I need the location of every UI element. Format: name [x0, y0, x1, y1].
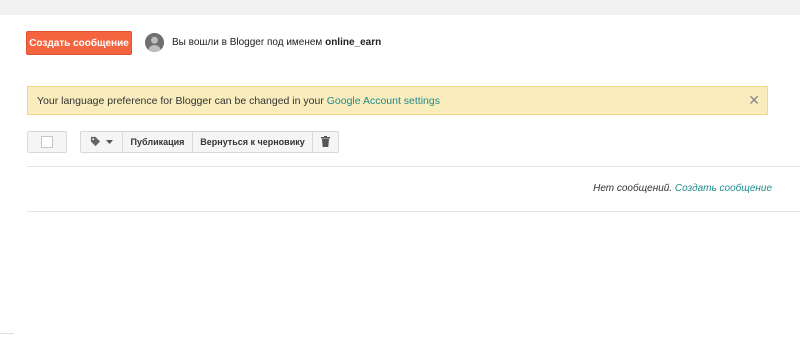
- divider-left: [0, 333, 14, 334]
- publish-button[interactable]: Публикация: [122, 131, 193, 153]
- notice-message: Your language preference for Blogger can…: [37, 95, 440, 107]
- create-post-link[interactable]: Создать сообщение: [675, 183, 772, 194]
- empty-state-message: Нет сообщений. Создать сообщение: [593, 183, 772, 194]
- delete-button[interactable]: [312, 131, 339, 153]
- notice-text: Your language preference for Blogger can…: [37, 95, 324, 107]
- trash-icon: [321, 135, 330, 149]
- create-post-button[interactable]: Создать сообщение: [26, 31, 132, 55]
- avatar[interactable]: [145, 33, 164, 52]
- top-bar: [0, 0, 800, 15]
- revert-to-draft-button[interactable]: Вернуться к черновику: [192, 131, 313, 153]
- select-all-checkbox[interactable]: [27, 131, 67, 153]
- username: online_earn: [325, 37, 382, 48]
- label-dropdown-button[interactable]: [80, 131, 123, 153]
- language-notice: Your language preference for Blogger can…: [27, 86, 768, 115]
- checkbox-box: [41, 136, 53, 148]
- tag-icon: [90, 136, 101, 149]
- empty-state-text: Нет сообщений.: [593, 183, 673, 194]
- divider-top: [27, 166, 800, 167]
- close-icon[interactable]: ✕: [748, 91, 760, 109]
- logged-in-status: Вы вошли в Blogger под именем online_ear…: [172, 37, 381, 48]
- google-account-settings-link[interactable]: Google Account settings: [327, 95, 440, 107]
- divider-bottom: [27, 211, 800, 212]
- chevron-down-icon: [106, 137, 113, 147]
- logged-in-prefix: Вы вошли в Blogger под именем: [172, 37, 323, 48]
